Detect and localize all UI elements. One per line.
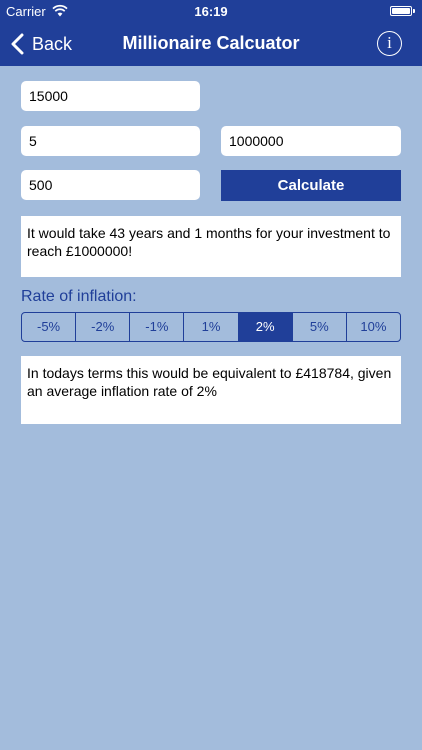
inflation-result-text: In todays terms this would be equivalent…	[21, 356, 401, 424]
inflation-option[interactable]: 2%	[238, 313, 293, 341]
calculate-button[interactable]: Calculate	[221, 170, 401, 201]
battery-icon	[390, 6, 415, 16]
inflation-option[interactable]: -1%	[130, 313, 185, 341]
target-amount-input[interactable]: 1000000	[221, 126, 401, 156]
info-icon[interactable]: i	[377, 31, 402, 56]
navigation-bar: Back Millionaire Calcuator i	[0, 22, 422, 66]
page-title: Millionaire Calcuator	[122, 33, 300, 53]
inflation-option[interactable]: 10%	[347, 313, 400, 341]
inflation-rate-selector: -5% -2% -1% 1% 2% 5% 10%	[21, 312, 401, 342]
interest-rate-input[interactable]: 5	[21, 126, 200, 156]
inflation-option[interactable]: -2%	[76, 313, 131, 341]
inflation-option[interactable]: 1%	[184, 313, 239, 341]
status-bar: Carrier 16:19	[0, 0, 422, 22]
inflation-option[interactable]: 5%	[293, 313, 347, 341]
inflation-option[interactable]: -5%	[22, 313, 77, 341]
status-time: 16:19	[194, 4, 228, 19]
top-bar: Carrier 16:19 Back Millionaire Calcuator…	[0, 0, 422, 66]
monthly-contribution-input[interactable]: 500	[21, 170, 200, 200]
inflation-label: Rate of inflation:	[21, 288, 137, 305]
result-text: It would take 43 years and 1 months for …	[21, 216, 401, 277]
investment-amount-input[interactable]: 15000	[21, 81, 200, 111]
